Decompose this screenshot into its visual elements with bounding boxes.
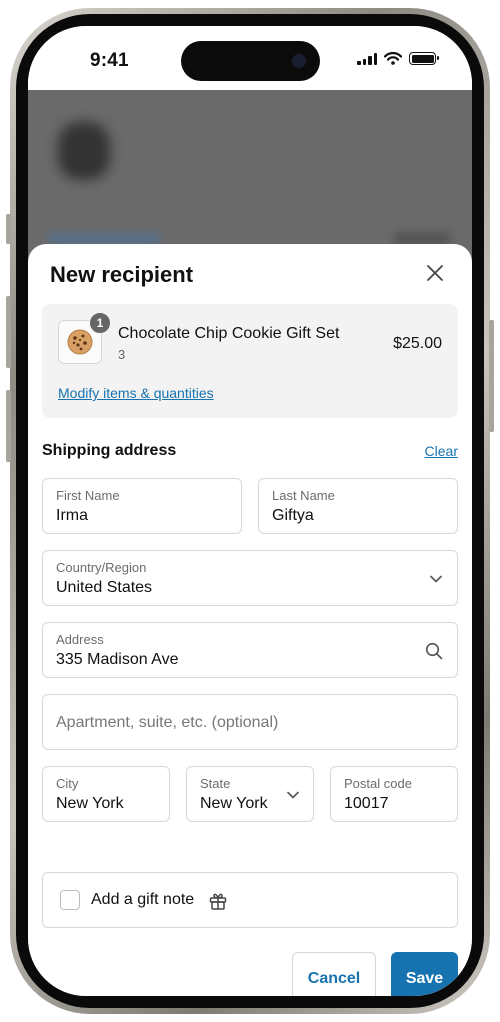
country-label: Country/Region <box>56 560 147 575</box>
gift-icon <box>209 893 227 910</box>
chevron-down-icon <box>427 570 445 588</box>
state-label: State <box>200 776 231 791</box>
shipping-address-heading: Shipping address <box>42 442 177 459</box>
last-name-field[interactable]: Last Name Giftya <box>258 478 458 534</box>
screen: 9:41 New recipient 1 Chocolate Chip Cook… <box>28 26 472 996</box>
background-logo <box>58 122 110 180</box>
country-value: United States <box>56 579 153 596</box>
gift-note-option[interactable]: Add a gift note <box>42 872 458 928</box>
first-name-field[interactable]: First Name Irma <box>42 478 242 534</box>
apartment-placeholder: Apartment, suite, etc. (optional) <box>56 714 279 731</box>
close-icon <box>427 265 443 281</box>
apartment-field[interactable]: Apartment, suite, etc. (optional) <box>42 694 458 750</box>
volume-up-button <box>6 296 11 368</box>
wifi-icon <box>384 52 402 65</box>
postal-code-field[interactable]: Postal code 10017 <box>330 766 458 822</box>
signal-icon <box>357 52 377 65</box>
cookie-icon <box>67 329 93 355</box>
state-select[interactable]: State New York <box>186 766 314 822</box>
new-recipient-sheet: New recipient 1 Chocolate Chip Cookie Gi… <box>28 244 472 996</box>
quantity-badge: 1 <box>89 312 111 334</box>
state-value: New York <box>200 795 268 812</box>
status-icons <box>357 52 439 65</box>
status-bar: 9:41 <box>28 26 472 90</box>
city-label: City <box>56 776 79 791</box>
gift-note-label: Add a gift note <box>91 891 195 908</box>
product-price: $25.00 <box>393 335 442 352</box>
chevron-down-icon <box>284 786 302 804</box>
postal-code-label: Postal code <box>344 776 412 791</box>
last-name-value: Giftya <box>272 507 314 524</box>
city-value: New York <box>56 795 124 812</box>
battery-icon <box>409 52 439 65</box>
clear-link[interactable]: Clear <box>425 443 458 459</box>
city-field[interactable]: City New York <box>42 766 170 822</box>
gift-note-checkbox[interactable] <box>60 890 80 910</box>
address-label: Address <box>56 632 104 647</box>
first-name-value: Irma <box>56 507 88 524</box>
product-summary-card: 1 Chocolate Chip Cookie Gift Set 3 $25.0… <box>42 304 458 418</box>
first-name-label: First Name <box>56 488 120 503</box>
volume-down-button <box>6 390 11 462</box>
search-icon[interactable] <box>425 642 443 660</box>
address-value: 335 Madison Ave <box>56 651 179 668</box>
close-button[interactable] <box>422 260 448 286</box>
address-field[interactable]: Address 335 Madison Ave <box>42 622 458 678</box>
dynamic-island <box>181 41 320 81</box>
last-name-label: Last Name <box>272 488 335 503</box>
product-quantity: 3 <box>118 347 126 362</box>
action-button <box>6 214 11 244</box>
country-select[interactable]: Country/Region United States <box>42 550 458 606</box>
save-button[interactable]: Save <box>391 952 458 996</box>
modify-items-link[interactable]: Modify items & quantities <box>58 385 214 401</box>
power-button <box>489 320 494 432</box>
product-name: Chocolate Chip Cookie Gift Set <box>118 325 340 342</box>
front-camera <box>292 54 306 68</box>
sheet-title: New recipient <box>50 262 194 287</box>
postal-code-value: 10017 <box>344 795 389 812</box>
cancel-button[interactable]: Cancel <box>292 952 376 996</box>
status-time: 9:41 <box>90 50 129 71</box>
